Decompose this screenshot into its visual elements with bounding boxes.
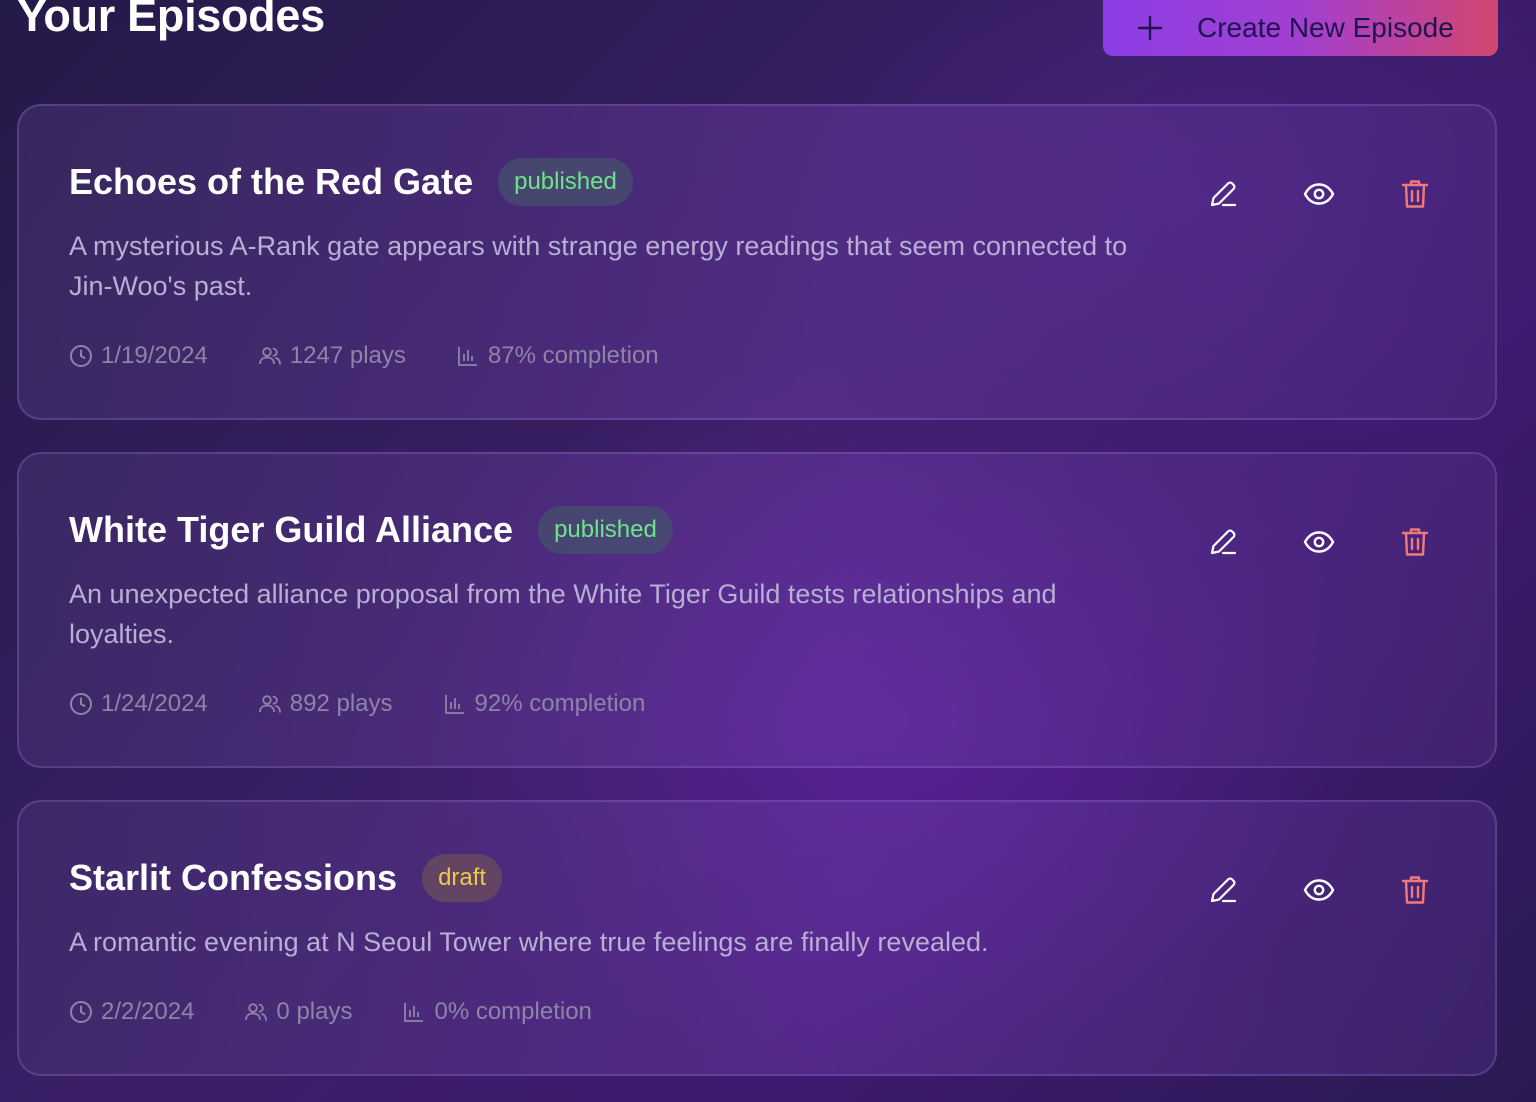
episode-plays: 892 plays: [258, 690, 393, 718]
episode-completion-text: 87% completion: [487, 342, 659, 369]
bar-chart-icon: [444, 695, 464, 714]
episode-meta: 2/2/2024 0 plays 0% completion: [69, 998, 592, 1026]
episode-completion: 92% completion: [443, 690, 646, 718]
episode-description: A romantic evening at N Seoul Tower wher…: [69, 927, 989, 957]
episode-description: An unexpected alliance proposal from the…: [69, 579, 1057, 649]
episode-title-row: White Tiger Guild Alliance published: [69, 506, 673, 554]
episode-title-row: Starlit Confessions draft: [69, 854, 503, 902]
episode-date-text: 2/2/2024: [101, 998, 195, 1025]
episode-meta: 1/19/2024 1247 plays 87% completion: [69, 342, 659, 370]
eye-icon: [1303, 531, 1335, 553]
episode-plays-text: 1247 plays: [289, 342, 406, 369]
episode-completion-text: 0% completion: [434, 998, 592, 1025]
trash-icon: [1401, 876, 1429, 904]
episode-date: 1/24/2024: [69, 690, 208, 718]
status-badge: published: [498, 158, 633, 206]
episode-title: Starlit Confessions: [69, 857, 398, 898]
edit-button[interactable]: [1203, 522, 1243, 562]
episode-date: 2/2/2024: [69, 998, 194, 1026]
clock-icon: [70, 1001, 92, 1023]
episode-title: Echoes of the Red Gate: [69, 161, 474, 202]
episode-title: White Tiger Guild Alliance: [69, 509, 514, 550]
episode-completion-text: 92% completion: [474, 690, 646, 717]
edit-button[interactable]: [1203, 174, 1243, 214]
create-new-episode-label: Create New Episode: [1197, 12, 1454, 43]
delete-button[interactable]: [1395, 870, 1435, 910]
page-title: Your Episodes: [17, 0, 325, 41]
delete-button[interactable]: [1395, 522, 1435, 562]
episode-actions: [1203, 174, 1435, 214]
pencil-icon: [1210, 877, 1237, 903]
episode-description: A mysterious A-Rank gate appears with st…: [69, 231, 1128, 301]
trash-icon: [1401, 180, 1429, 208]
status-badge: published: [538, 506, 673, 554]
trash-icon: [1401, 528, 1429, 556]
clock-icon: [70, 693, 92, 715]
episode-date-text: 1/24/2024: [101, 690, 208, 717]
view-button[interactable]: [1299, 174, 1339, 214]
eye-icon: [1303, 183, 1335, 205]
episode-card: Starlit Confessions draft A romantic eve…: [17, 800, 1497, 1076]
episode-date-text: 1/19/2024: [101, 342, 208, 369]
episode-plays-text: 0 plays: [276, 998, 353, 1025]
status-badge: draft: [422, 854, 503, 902]
episode-date: 1/19/2024: [69, 342, 208, 370]
users-icon: [245, 1003, 268, 1021]
episode-card: Echoes of the Red Gate published A myste…: [17, 104, 1497, 420]
episode-plays: 0 plays: [244, 998, 352, 1026]
episode-card: White Tiger Guild Alliance published An …: [17, 452, 1497, 768]
episode-plays-text: 892 plays: [289, 690, 393, 717]
bar-chart-icon: [404, 1003, 424, 1022]
episode-meta: 1/24/2024 892 plays 92% completion: [69, 690, 645, 718]
episode-actions: [1203, 522, 1435, 562]
bar-chart-icon: [457, 347, 477, 366]
pencil-icon: [1210, 529, 1237, 555]
delete-button[interactable]: [1395, 174, 1435, 214]
view-button[interactable]: [1299, 522, 1339, 562]
episode-actions: [1203, 870, 1435, 910]
create-new-episode-button[interactable]: Create New Episode: [1103, 0, 1498, 56]
eye-icon: [1303, 879, 1335, 901]
plus-icon: [1137, 15, 1163, 41]
episode-title-row: Echoes of the Red Gate published: [69, 158, 633, 206]
edit-button[interactable]: [1203, 870, 1243, 910]
pencil-icon: [1210, 181, 1237, 207]
users-icon: [258, 347, 281, 365]
users-icon: [258, 695, 281, 713]
episode-plays: 1247 plays: [258, 342, 406, 370]
episode-completion: 87% completion: [456, 342, 659, 370]
clock-icon: [70, 345, 92, 367]
episode-completion: 0% completion: [402, 998, 592, 1026]
view-button[interactable]: [1299, 870, 1339, 910]
